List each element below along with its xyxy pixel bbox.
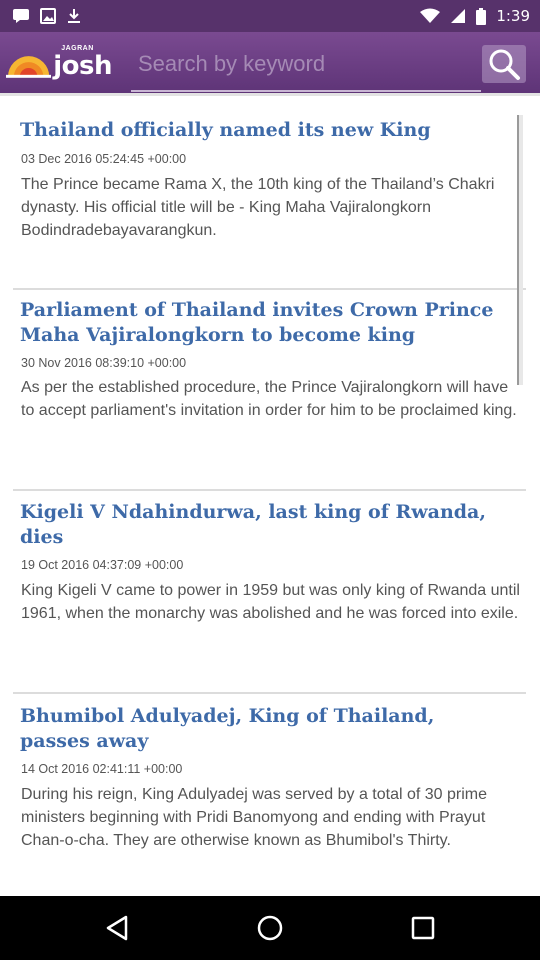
logo-subtitle: JAGRAN: [61, 45, 94, 52]
back-icon: [106, 915, 127, 941]
battery-icon: [476, 7, 487, 25]
search-field: [131, 44, 481, 92]
logo-text: josh: [53, 51, 112, 81]
app-logo: JAGRAN josh: [6, 45, 112, 86]
sunrise-logo-icon: [6, 56, 52, 78]
article-summary: The Prince became Rama X, the 10th king …: [21, 176, 495, 239]
article-title[interactable]: Bhumibol Adulyadej, King of Thailand, pa…: [20, 704, 510, 754]
home-button[interactable]: [240, 898, 300, 958]
article-summary: During his reign, King Adulyadej was ser…: [21, 786, 488, 849]
search-icon: [482, 45, 526, 83]
search-button[interactable]: [481, 44, 527, 84]
photo-icon: [40, 8, 56, 24]
clock: 1:39: [496, 7, 530, 25]
article-title[interactable]: Parliament of Thailand invites Crown Pri…: [20, 298, 510, 348]
article-date: 03 Dec 2016 05:24:45 +00:00: [21, 152, 187, 166]
scrollbar[interactable]: [517, 115, 523, 385]
wifi-icon: [420, 8, 441, 23]
search-input[interactable]: [131, 44, 481, 84]
list-item[interactable]: Parliament of Thailand invites Crown Pri…: [13, 290, 526, 491]
notification-icons: [12, 8, 82, 24]
list-item[interactable]: Thailand officially named its new King 0…: [13, 112, 526, 290]
system-status: 1:39: [420, 7, 530, 25]
article-summary: As per the established procedure, the Pr…: [21, 379, 517, 419]
article-title[interactable]: Kigeli V Ndahindurwa, last king of Rwand…: [20, 500, 510, 550]
article-title[interactable]: Thailand officially named its new King: [20, 118, 510, 143]
message-icon: [13, 9, 29, 23]
article-date: 30 Nov 2016 08:39:10 +00:00: [21, 356, 187, 370]
list-item[interactable]: Kigeli V Ndahindurwa, last king of Rwand…: [13, 491, 526, 694]
article-date: 19 Oct 2016 04:37:09 +00:00: [21, 558, 184, 572]
navigation-bar: [0, 896, 540, 960]
news-list[interactable]: Thailand officially named its new King 0…: [0, 98, 540, 896]
back-button[interactable]: [87, 898, 147, 958]
list-item[interactable]: Bhumibol Adulyadej, King of Thailand, pa…: [13, 694, 526, 896]
signal-icon: [451, 9, 466, 23]
download-icon: [68, 9, 80, 23]
article-summary: King Kigeli V came to power in 1959 but …: [21, 582, 520, 622]
recents-button[interactable]: [393, 898, 453, 958]
recents-icon: [412, 916, 435, 940]
status-bar: 1:39: [0, 0, 540, 32]
home-icon: [257, 915, 283, 941]
article-date: 14 Oct 2016 02:41:11 +00:00: [21, 762, 183, 776]
